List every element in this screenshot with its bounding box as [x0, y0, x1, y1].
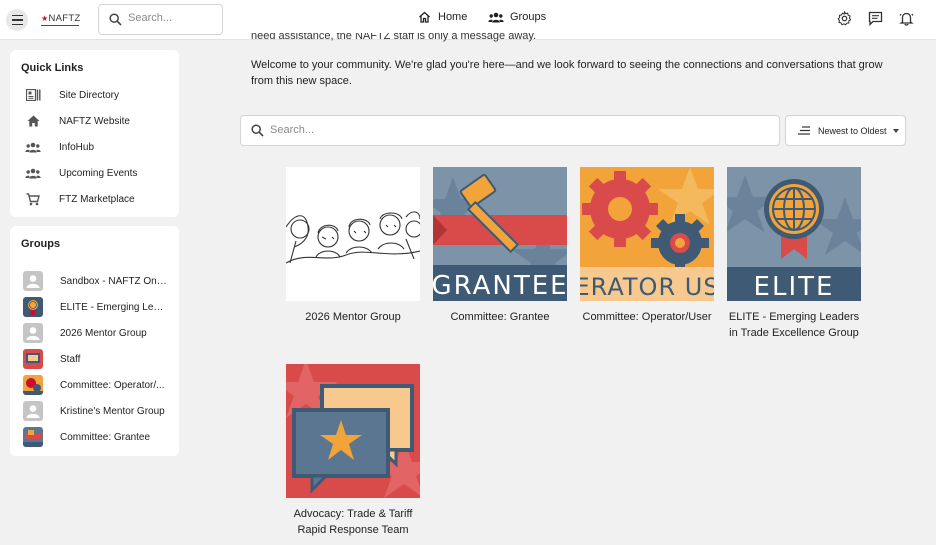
- nav-home[interactable]: Home: [418, 11, 467, 23]
- search-icon: [251, 124, 264, 137]
- groups-search[interactable]: [240, 115, 780, 146]
- group-card[interactable]: 2026 Mentor Group: [286, 167, 420, 325]
- group-avatar: [23, 297, 43, 317]
- sidebar-group-item[interactable]: 2026 Mentor Group: [23, 323, 168, 343]
- quick-link-naftz-website[interactable]: NAFTZ Website: [24, 113, 130, 129]
- bell-icon[interactable]: [899, 11, 914, 26]
- group-avatar: [23, 323, 43, 343]
- people-icon: [24, 166, 42, 180]
- group-image: GRANTEE: [433, 167, 567, 301]
- group-name: Committee: Grantee: [450, 311, 550, 323]
- sidebar-group-item[interactable]: Staff: [23, 349, 168, 369]
- tile-banner-text: GRANTEE: [433, 271, 567, 301]
- directory-icon: [24, 88, 42, 102]
- header-search[interactable]: [98, 4, 223, 35]
- menu-icon[interactable]: [6, 9, 28, 31]
- quick-link-ftz-marketplace[interactable]: FTZ Marketplace: [24, 191, 135, 207]
- cart-icon: [24, 192, 42, 206]
- group-card[interactable]: GRANTEE Committee: Grantee: [433, 167, 567, 325]
- group-avatar: [23, 271, 43, 291]
- chevron-down-icon: [892, 128, 899, 133]
- group-name: ELITE - Emerging Leaders in Trade Excell…: [728, 311, 860, 339]
- group-image: [286, 364, 420, 498]
- quick-link-infohub[interactable]: InfoHub: [24, 139, 94, 155]
- group-name: Advocacy: Trade & Tariff Rapid Response …: [293, 508, 413, 536]
- quick-links-card: Quick Links Site Directory NAFTZ Website…: [10, 50, 179, 217]
- groups-search-input[interactable]: [270, 124, 750, 136]
- groups-icon: [488, 12, 504, 22]
- sort-icon: [798, 126, 810, 135]
- groups-card: Groups Sandbox - NAFTZ Onli... ELITE - E…: [10, 226, 179, 456]
- chat-icon[interactable]: [868, 11, 883, 26]
- group-image: [286, 167, 420, 301]
- sidebar-group-item[interactable]: ELITE - Emerging Lead...: [23, 297, 168, 317]
- quick-links-title: Quick Links: [21, 62, 84, 74]
- group-card[interactable]: ERATOR US Committee: Operator/User: [580, 167, 714, 325]
- nav-groups[interactable]: Groups: [488, 11, 546, 23]
- quick-link-upcoming-events[interactable]: Upcoming Events: [24, 165, 137, 181]
- naftz-logo[interactable]: ★NAFTZ: [41, 13, 81, 26]
- header-search-input[interactable]: [128, 12, 218, 24]
- group-avatar: [23, 427, 43, 447]
- sidebar-group-item[interactable]: Committee: Grantee: [23, 427, 168, 447]
- group-avatar: [23, 375, 43, 395]
- group-image: ELITE: [727, 167, 861, 301]
- group-name: 2026 Mentor Group: [305, 311, 401, 323]
- people-icon: [24, 140, 42, 154]
- sidebar-group-item[interactable]: Sandbox - NAFTZ Onli...: [23, 271, 168, 291]
- home-icon: [24, 114, 42, 128]
- group-avatar: [23, 349, 43, 369]
- sort-dropdown[interactable]: Newest to Oldest: [785, 115, 906, 146]
- search-icon: [109, 13, 122, 26]
- tile-banner-text: ELITE: [754, 272, 835, 301]
- tile-banner-text: ERATOR US: [580, 273, 714, 301]
- sidebar-group-item[interactable]: Committee: Operator/...: [23, 375, 168, 395]
- home-icon: [419, 11, 430, 23]
- group-name: Committee: Operator/User: [582, 311, 712, 323]
- groups-title: Groups: [21, 238, 61, 250]
- intro-text: Welcome to your community. We're glad yo…: [251, 59, 883, 87]
- group-avatar: [23, 401, 43, 421]
- intro-text-cut: need assistance, the NAFTZ staff is only…: [251, 33, 537, 42]
- group-card[interactable]: ELITE ELITE - Emerging Leaders in Trade …: [727, 167, 861, 341]
- gear-icon[interactable]: [837, 11, 852, 26]
- quick-link-site-directory[interactable]: Site Directory: [24, 87, 119, 103]
- group-image: ERATOR US: [580, 167, 714, 301]
- sidebar-group-item[interactable]: Kristine's Mentor Group: [23, 401, 168, 421]
- group-card[interactable]: Advocacy: Trade & Tariff Rapid Response …: [286, 364, 420, 538]
